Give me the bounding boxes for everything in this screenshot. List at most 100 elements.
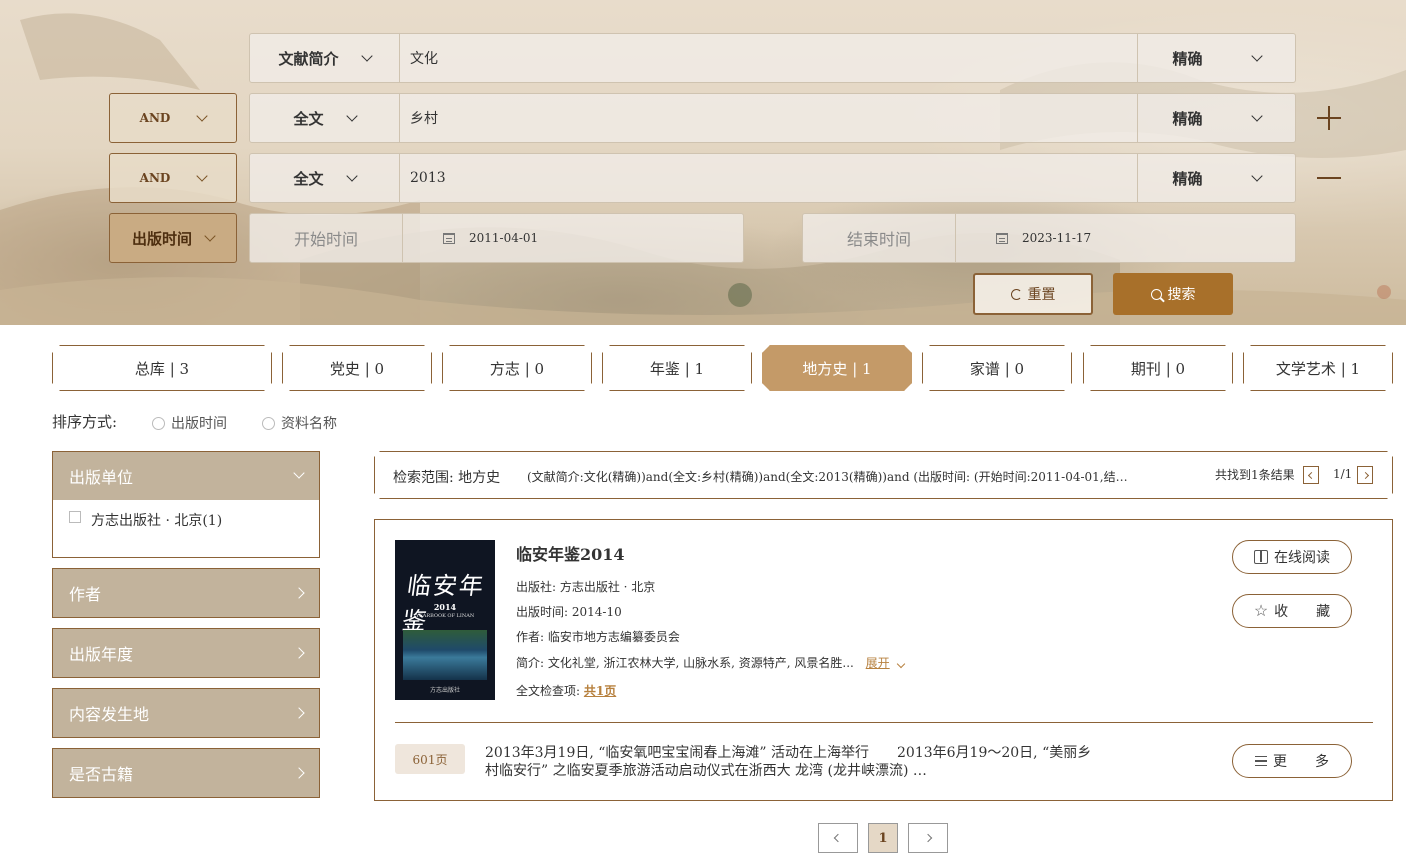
match-select-2[interactable]: 精确 <box>1137 94 1295 142</box>
date-type-label: 出版时间 <box>131 229 192 248</box>
sort-option-pub-time[interactable]: 出版时间 <box>152 413 227 433</box>
book-cover[interactable]: 临安年鉴 2014 YEARBOOK OF LINAN 方志出版社 <box>395 540 495 700</box>
facet-pub-year[interactable]: 出版年度 <box>52 628 320 678</box>
divider <box>395 722 1373 723</box>
match-select-3[interactable]: 精确 <box>1137 154 1295 202</box>
field-select-1[interactable]: 文献简介 <box>250 34 400 82</box>
facet-publisher[interactable]: 出版单位 <box>52 451 320 501</box>
search-row-1: 文献简介 文化 精确 <box>249 33 1296 83</box>
chevron-right-icon <box>293 707 305 719</box>
facet-title: 出版年度 <box>69 645 134 664</box>
prev-page-button[interactable] <box>1303 466 1319 484</box>
range-label: 检索范围: 地方史 <box>393 470 501 486</box>
remove-row-icon[interactable] <box>1317 166 1341 190</box>
read-online-label: 在线阅读 <box>1274 550 1330 566</box>
search-input-3[interactable]: 2013 <box>400 154 1137 202</box>
sort-option-title[interactable]: 资料名称 <box>262 413 337 433</box>
expand-link[interactable]: 展开 <box>866 656 890 670</box>
book-summary-row: 简介: 文化礼堂, 浙江农林大学, 山脉水系, 资源特产, 风景名胜... 展开 <box>516 654 905 671</box>
tab-gazetteer[interactable]: 方志 | 0 <box>442 345 592 391</box>
tab-genealogy[interactable]: 家谱 | 0 <box>922 345 1072 391</box>
reset-button-label: 重置 <box>1027 287 1056 303</box>
chevron-down-icon <box>1250 109 1263 122</box>
pager-prev-button[interactable] <box>818 823 858 853</box>
logic-select-3[interactable]: AND <box>109 153 237 203</box>
facet-author[interactable]: 作者 <box>52 568 320 618</box>
next-page-button[interactable] <box>1357 466 1373 484</box>
page-badge[interactable]: 601页 <box>395 744 465 774</box>
book-icon <box>1254 550 1268 564</box>
chevron-down-icon <box>196 109 209 122</box>
tab-all[interactable]: 总库 | 3 <box>52 345 272 391</box>
cover-publisher: 方志出版社 <box>429 687 460 694</box>
field-select-2[interactable]: 全文 <box>250 94 400 142</box>
fulltext-row: 全文检查项: 共1页 <box>516 682 616 699</box>
start-date-field[interactable]: 开始时间 2011-04-01 <box>249 213 744 263</box>
cover-subtitle: YEARBOOK OF LINAN <box>415 613 475 619</box>
field-select-1-label: 文献简介 <box>278 49 339 68</box>
chevron-down-icon <box>204 229 216 242</box>
tab-label: 年鉴 | 1 <box>649 359 705 378</box>
reset-button[interactable]: 重置 <box>973 273 1093 315</box>
tab-label: 总库 | 3 <box>134 359 190 378</box>
date-type-select[interactable]: 出版时间 <box>109 213 237 263</box>
radio-icon <box>262 416 275 430</box>
add-row-icon[interactable] <box>1317 106 1341 130</box>
chevron-left-icon <box>1307 471 1314 478</box>
chevron-down-icon <box>293 467 305 479</box>
field-select-2-label: 全文 <box>293 109 324 128</box>
start-date-value: 2011-04-01 <box>469 231 539 245</box>
match-select-1[interactable]: 精确 <box>1137 34 1295 82</box>
page-indicator: 1/1 <box>1333 467 1353 481</box>
facet-option[interactable]: 方志出版社 · 北京(1) <box>69 510 222 530</box>
pager-page-1[interactable]: 1 <box>868 823 898 853</box>
chevron-down-icon <box>896 659 905 669</box>
chevron-right-icon <box>1361 471 1368 478</box>
chevron-down-icon <box>1250 169 1263 182</box>
tab-label: 地方史 | 1 <box>802 359 872 378</box>
read-online-button[interactable]: 在线阅读 <box>1232 540 1352 574</box>
tab-label: 党史 | 0 <box>329 359 385 378</box>
field-select-3[interactable]: 全文 <box>250 154 400 202</box>
cover-image <box>403 630 487 680</box>
facet-publisher-body: 方志出版社 · 北京(1) <box>52 500 320 558</box>
book-pub-date: 出版时间: 2014-10 <box>516 605 622 619</box>
fulltext-link[interactable]: 共1页 <box>584 684 616 698</box>
chevron-left-icon <box>833 833 843 843</box>
search-hero: 文献简介 文化 精确 AND 全文 乡村 精确 AND 全文 2013 精确 出… <box>0 0 1406 325</box>
checkbox-icon[interactable] <box>69 511 81 523</box>
tab-yearbook[interactable]: 年鉴 | 1 <box>602 345 752 391</box>
result-card: 临安年鉴 2014 YEARBOOK OF LINAN 方志出版社 临安年鉴20… <box>374 519 1393 801</box>
search-input-2[interactable]: 乡村 <box>400 94 1137 142</box>
more-label: 更 多 <box>1273 754 1329 770</box>
end-date-label: 结束时间 <box>803 214 956 262</box>
book-author: 作者: 临安市地方志编纂委员会 <box>516 630 680 644</box>
logic-select-2-label: AND <box>139 111 171 125</box>
facet-location[interactable]: 内容发生地 <box>52 688 320 738</box>
pager-next-button[interactable] <box>908 823 948 853</box>
search-input-1[interactable]: 文化 <box>400 34 1137 82</box>
logic-select-3-label: AND <box>139 171 171 185</box>
cover-year: 2014 <box>433 602 457 612</box>
facet-ancient-book[interactable]: 是否古籍 <box>52 748 320 798</box>
end-date-value: 2023-11-17 <box>1022 231 1092 245</box>
logic-select-2[interactable]: AND <box>109 93 237 143</box>
chevron-right-icon <box>293 647 305 659</box>
more-button[interactable]: 更 多 <box>1232 744 1352 778</box>
chevron-right-icon <box>923 833 933 843</box>
tab-party-history[interactable]: 党史 | 0 <box>282 345 432 391</box>
menu-icon <box>1255 756 1267 766</box>
tab-literature-art[interactable]: 文学艺术 | 1 <box>1243 345 1393 391</box>
chevron-down-icon <box>1250 49 1263 62</box>
match-select-3-label: 精确 <box>1172 169 1203 188</box>
book-title[interactable]: 临安年鉴2014 <box>516 541 625 565</box>
chevron-down-icon <box>345 169 358 182</box>
end-date-field[interactable]: 结束时间 2023-11-17 <box>802 213 1296 263</box>
favorite-button[interactable]: ☆ 收 藏 <box>1232 594 1352 628</box>
search-row-2: 全文 乡村 精确 <box>249 93 1296 143</box>
tab-local-history[interactable]: 地方史 | 1 <box>762 345 912 391</box>
search-button[interactable]: 搜索 <box>1113 273 1233 315</box>
tab-journal[interactable]: 期刊 | 0 <box>1083 345 1233 391</box>
radio-icon <box>152 416 165 430</box>
text-snippet: 2013年3月19日, “临安氧吧宝宝闹春上海滩” 活动在上海举行 2013年6… <box>485 745 1092 779</box>
